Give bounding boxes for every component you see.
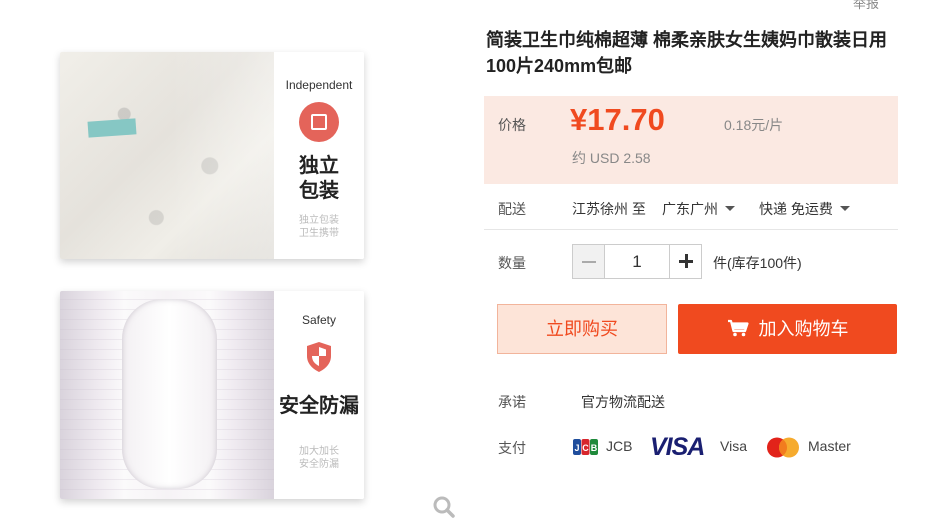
quantity-label: 数量	[498, 255, 526, 271]
chevron-down-icon	[839, 205, 850, 211]
decrease-button[interactable]	[573, 245, 605, 278]
payment-visa: Visa	[720, 438, 747, 454]
price-label: 价格	[498, 117, 526, 133]
mastercard-icon	[767, 437, 799, 458]
shipping-row: 配送 江苏徐州 至 广东广州 快递 免运费	[484, 190, 898, 230]
shipping-origin: 江苏徐州 至	[572, 201, 646, 217]
feature-title-cn: 独立 包装	[299, 155, 339, 202]
chevron-down-icon	[725, 205, 735, 211]
release-tab	[87, 118, 137, 138]
feature-title-en: Independent	[285, 78, 353, 92]
feature-subtitle: 加大加长 安全防漏	[299, 446, 339, 470]
increase-button[interactable]	[669, 245, 701, 278]
visa-icon: VISA	[650, 433, 705, 461]
feature-subtitle: 独立包装 卫生携带	[299, 215, 339, 239]
promise-value: 官方物流配送	[581, 394, 665, 410]
usd-price: 约 USD 2.58	[572, 150, 651, 166]
product-image-independent[interactable]: Independent 独立 包装 独立包装 卫生携带	[60, 52, 364, 259]
payment-jcb: JCB	[606, 438, 633, 454]
product-title: 简装卫生巾纯棉超薄 棉柔亲肤女生姨妈巾散装日用100片240mm包邮	[486, 30, 887, 76]
destination-dropdown[interactable]: 广东广州	[662, 199, 735, 219]
shipping-method-dropdown[interactable]: 快递 免运费	[759, 199, 850, 219]
unit-price: 0.18元/片	[724, 117, 784, 133]
buy-now-button[interactable]: 立即购买	[497, 304, 667, 354]
zoom-icon[interactable]	[433, 496, 455, 518]
price-box: 价格 ¥17.70 0.18元/片 约 USD 2.58	[484, 96, 898, 184]
price-value: ¥17.70	[570, 102, 665, 137]
pad-photo	[60, 291, 274, 499]
stock-text: 件(库存100件)	[713, 255, 802, 271]
quantity-row: 数量 1 件(库存100件)	[484, 240, 898, 284]
add-to-cart-button[interactable]: 加入购物车	[678, 304, 897, 354]
quantity-input[interactable]: 1	[605, 245, 669, 278]
report-link[interactable]: 举报	[853, 0, 879, 12]
shield-icon	[307, 342, 331, 372]
feature-title-cn: 安全防漏	[279, 395, 359, 417]
product-image-safety[interactable]: Safety 安全防漏 加大加长 安全防漏	[60, 291, 364, 499]
layers-icon	[299, 102, 339, 142]
promise-label: 承诺	[498, 394, 526, 410]
payment-master: Master	[808, 438, 851, 454]
pad-photo	[60, 52, 280, 259]
svg-text:C: C	[582, 443, 589, 453]
svg-text:B: B	[591, 443, 598, 453]
feature-panel: Independent 独立 包装 独立包装 卫生携带	[274, 52, 364, 259]
shipping-label: 配送	[498, 201, 526, 217]
jcb-icon: J C B	[573, 439, 598, 455]
feature-title-en: Safety	[301, 313, 337, 327]
cart-icon	[727, 320, 749, 337]
svg-text:J: J	[574, 443, 579, 453]
feature-panel: Safety 安全防漏 加大加长 安全防漏	[274, 291, 364, 499]
quantity-stepper: 1	[572, 244, 702, 279]
payment-label: 支付	[498, 440, 526, 456]
